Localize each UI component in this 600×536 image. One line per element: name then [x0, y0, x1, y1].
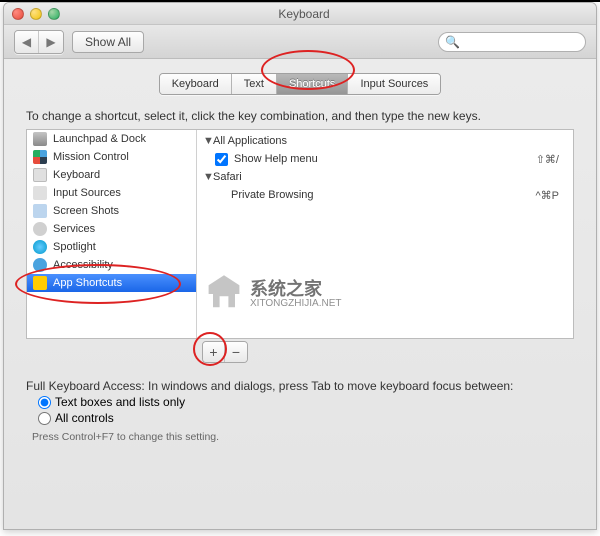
forward-button[interactable]: ▶: [39, 31, 63, 53]
split-pane: Launchpad & Dock Mission Control Keyboar…: [26, 129, 574, 339]
shortcut-checkbox[interactable]: [215, 153, 228, 166]
search-input[interactable]: 🔍: [438, 32, 586, 52]
category-spotlight[interactable]: Spotlight: [27, 238, 196, 256]
shortcut-row-help-menu[interactable]: Show Help menu⇧⌘/: [203, 150, 567, 168]
tab-input-sources[interactable]: Input Sources: [348, 74, 440, 94]
radio-text-boxes[interactable]: [38, 396, 51, 409]
shortcut-row-private-browsing[interactable]: Private Browsing^⌘P: [203, 186, 567, 204]
add-remove-control: + −: [202, 341, 248, 363]
disclosure-icon[interactable]: ▼: [203, 135, 213, 147]
input-icon: [33, 186, 47, 200]
spotlight-icon: [33, 240, 47, 254]
radio-all-controls[interactable]: [38, 412, 51, 425]
show-all-button[interactable]: Show All: [72, 31, 144, 53]
category-mission-control[interactable]: Mission Control: [27, 148, 196, 166]
category-launchpad[interactable]: Launchpad & Dock: [27, 130, 196, 148]
fka-option-all-controls[interactable]: All controls: [38, 411, 574, 425]
category-services[interactable]: Services: [27, 220, 196, 238]
group-all-applications[interactable]: ▼All Applications: [203, 132, 567, 150]
mission-icon: [33, 150, 47, 164]
category-screen-shots[interactable]: Screen Shots: [27, 202, 196, 220]
category-accessibility[interactable]: Accessibility: [27, 256, 196, 274]
services-icon: [33, 222, 47, 236]
app-icon: [33, 276, 47, 290]
fka-option-text-boxes[interactable]: Text boxes and lists only: [38, 395, 574, 409]
search-icon: 🔍: [445, 35, 460, 49]
tab-shortcuts[interactable]: Shortcuts: [277, 74, 348, 94]
tabset: Keyboard Text Shortcuts Input Sources: [159, 73, 442, 95]
screen-icon: [33, 204, 47, 218]
disclosure-icon[interactable]: ▼: [203, 171, 213, 183]
shortcut-list[interactable]: ▼All Applications Show Help menu⇧⌘/ ▼Saf…: [197, 130, 573, 338]
tab-keyboard[interactable]: Keyboard: [160, 74, 232, 94]
shortcut-keys[interactable]: ⇧⌘/: [536, 153, 567, 166]
category-input-sources[interactable]: Input Sources: [27, 184, 196, 202]
nav-back-forward: ◀ ▶: [14, 30, 64, 54]
category-keyboard[interactable]: Keyboard: [27, 166, 196, 184]
remove-button[interactable]: −: [225, 342, 247, 362]
window-title: Keyboard: [20, 7, 588, 21]
back-button[interactable]: ◀: [15, 31, 39, 53]
full-keyboard-access-label: Full Keyboard Access: In windows and dia…: [26, 379, 574, 393]
category-app-shortcuts[interactable]: App Shortcuts: [27, 274, 196, 292]
instruction-text: To change a shortcut, select it, click t…: [26, 109, 574, 123]
titlebar: Keyboard: [4, 3, 596, 25]
fka-hint: Press Control+F7 to change this setting.: [32, 431, 574, 443]
keyboard-icon: [33, 168, 47, 182]
add-button[interactable]: +: [203, 342, 225, 362]
category-list[interactable]: Launchpad & Dock Mission Control Keyboar…: [27, 130, 197, 338]
accessibility-icon: [33, 258, 47, 272]
group-safari[interactable]: ▼Safari: [203, 168, 567, 186]
shortcut-keys[interactable]: ^⌘P: [536, 189, 568, 202]
toolbar: ◀ ▶ Show All 🔍: [4, 25, 596, 59]
launchpad-icon: [33, 132, 47, 146]
tab-text[interactable]: Text: [232, 74, 277, 94]
